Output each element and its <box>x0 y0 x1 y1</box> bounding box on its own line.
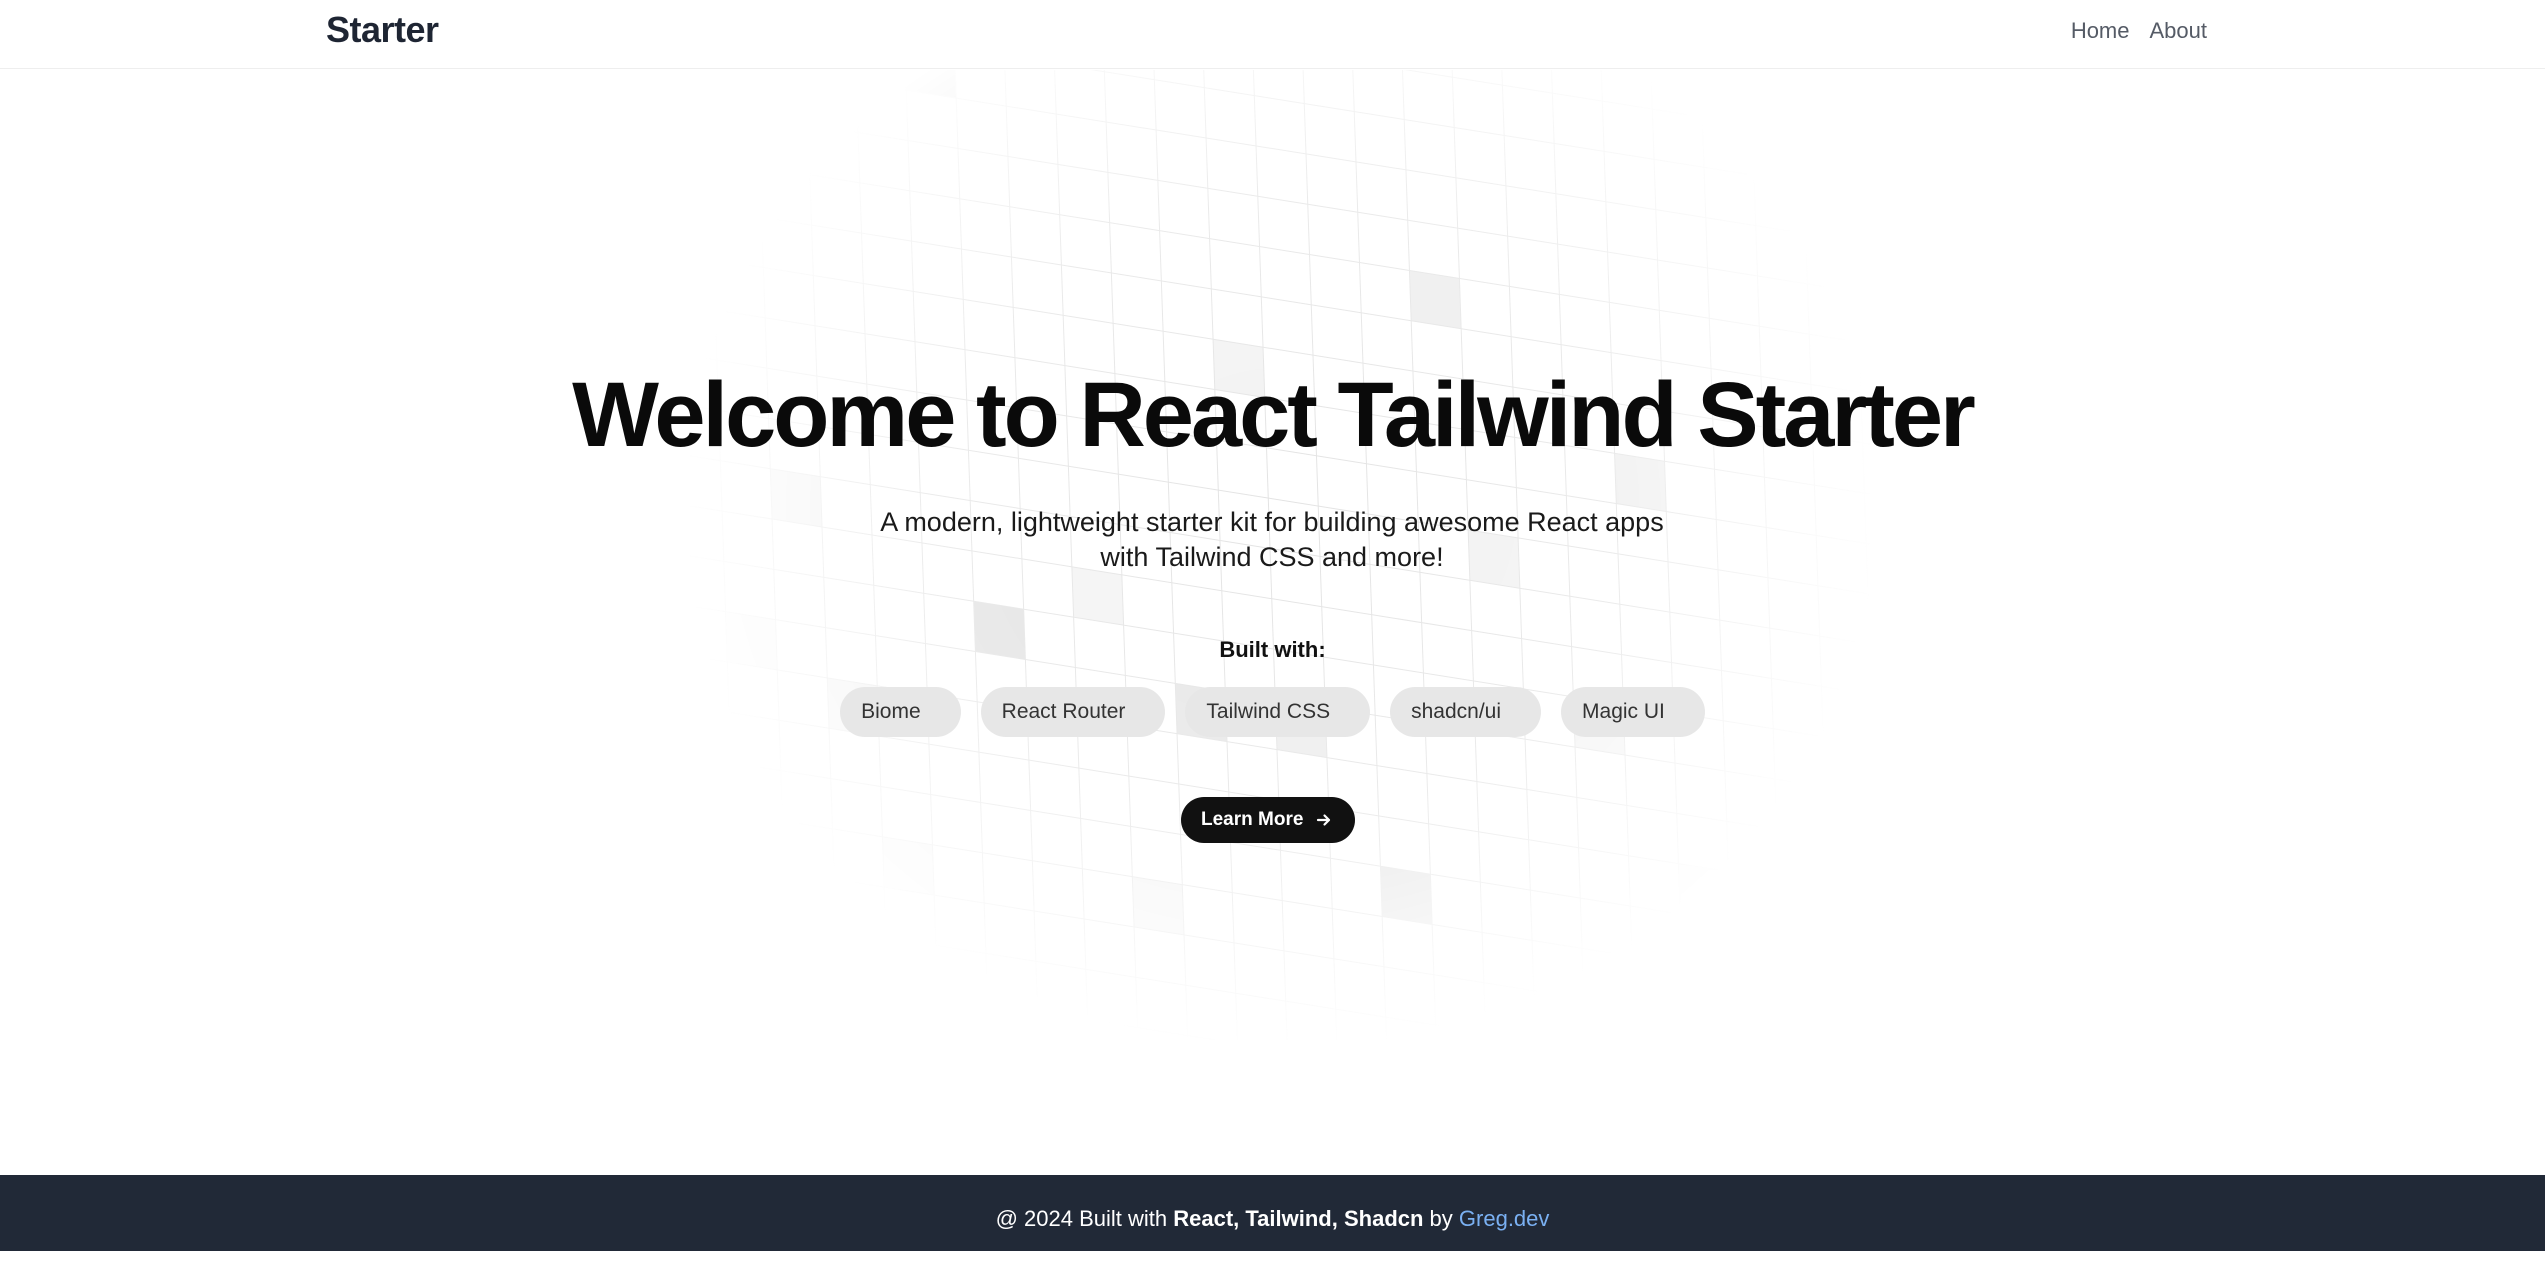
hero-subtitle: A modern, lightweight starter kit for bu… <box>822 505 1722 575</box>
tech-badge-magic-ui: Magic UI <box>1561 687 1705 737</box>
grid-line <box>690 70 1870 262</box>
nav-home-link[interactable]: Home <box>2071 18 2130 44</box>
hero-title: Welcome to React Tailwind Starter <box>572 364 1976 466</box>
grid-line <box>690 939 1870 1040</box>
arrow-right-icon <box>1315 811 1333 829</box>
grid-cell-highlight <box>1380 866 1433 925</box>
grid-cell-highlight <box>1678 863 1731 922</box>
tech-badge-react-router: React Router <box>980 687 1166 737</box>
top-navbar: Starter Home About <box>0 0 2545 69</box>
tech-badge-list: Biome React Router Tailwind CSS shadcn/u… <box>0 687 2545 737</box>
grid-cell-highlight <box>770 468 823 528</box>
grid-line <box>690 889 1870 1040</box>
tech-badge-shadcn-ui: shadcn/ui <box>1390 687 1542 737</box>
built-with-label: Built with: <box>1219 637 1326 662</box>
grid-line <box>1748 70 1792 1040</box>
grid-cell-highlight <box>1071 566 1124 626</box>
grid-line <box>690 989 1870 1040</box>
tech-badge-biome: Biome <box>840 687 961 737</box>
footer-stack: React, Tailwind, Shadcn <box>1173 1206 1424 1231</box>
footer-by: by <box>1423 1206 1459 1231</box>
nav-about-link[interactable]: About <box>2150 18 2208 44</box>
main-nav: Home About <box>2071 18 2207 44</box>
grid-line <box>690 70 1870 161</box>
grid-line <box>1798 70 1842 1040</box>
grid-line <box>690 134 1870 362</box>
grid-line <box>748 70 792 1040</box>
grid-cell-highlight <box>882 836 935 896</box>
footer-author-link[interactable]: Greg.dev <box>1459 1206 1550 1231</box>
grid-line <box>690 70 692 1040</box>
brand-logo[interactable]: Starter <box>326 9 439 51</box>
tech-badge-tailwind-css: Tailwind CSS <box>1185 687 1371 737</box>
grid-cell-highlight <box>706 70 759 117</box>
grid-line <box>690 84 1870 312</box>
grid-line <box>1848 70 1870 1040</box>
learn-more-label: Learn More <box>1201 809 1304 830</box>
grid-cell-highlight <box>1409 270 1462 329</box>
hero-subtitle-line-1: A modern, lightweight starter kit for bu… <box>880 507 1664 537</box>
grid-cell-highlight <box>1132 876 1185 935</box>
grid-cell-highlight <box>904 70 957 99</box>
learn-more-button[interactable]: Learn More <box>1181 797 1356 843</box>
grid-line <box>698 70 742 1040</box>
hero-subtitle-line-2: with Tailwind CSS and more! <box>1100 542 1444 572</box>
grid-line <box>690 70 1870 211</box>
page-footer: @ 2024 Built with React, Tailwind, Shadc… <box>0 1175 2545 1251</box>
grid-line <box>690 738 1870 966</box>
footer-prefix: @ 2024 Built with <box>995 1206 1174 1231</box>
grid-line <box>690 838 1870 1040</box>
grid-line <box>690 70 1870 111</box>
